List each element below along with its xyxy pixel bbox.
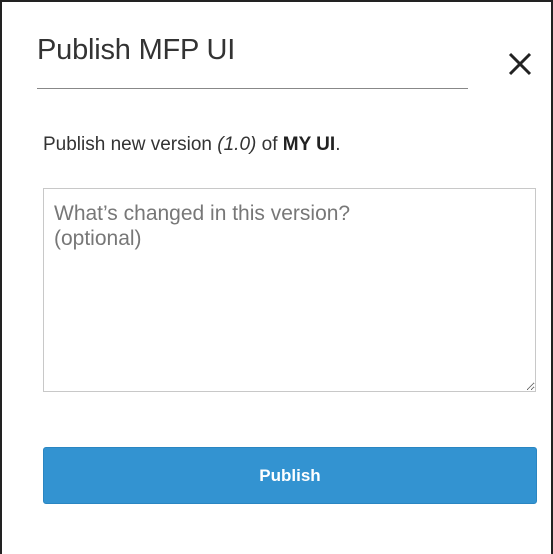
publish-button[interactable]: Publish	[43, 447, 537, 504]
description-middle: of	[256, 134, 283, 155]
description-suffix: .	[335, 134, 341, 155]
publish-dialog: Publish MFP UI Publish new version (1.0)…	[0, 0, 553, 554]
version-number: (1.0)	[217, 134, 257, 155]
publish-description: Publish new version (1.0) of MY UI.	[43, 134, 340, 156]
dialog-title: Publish MFP UI	[37, 34, 236, 66]
ui-name: MY UI	[282, 134, 336, 155]
close-icon	[508, 52, 532, 76]
version-notes-textarea[interactable]	[43, 188, 536, 392]
description-prefix: Publish new version	[43, 134, 218, 155]
close-button[interactable]	[502, 46, 538, 82]
title-divider	[37, 88, 468, 89]
